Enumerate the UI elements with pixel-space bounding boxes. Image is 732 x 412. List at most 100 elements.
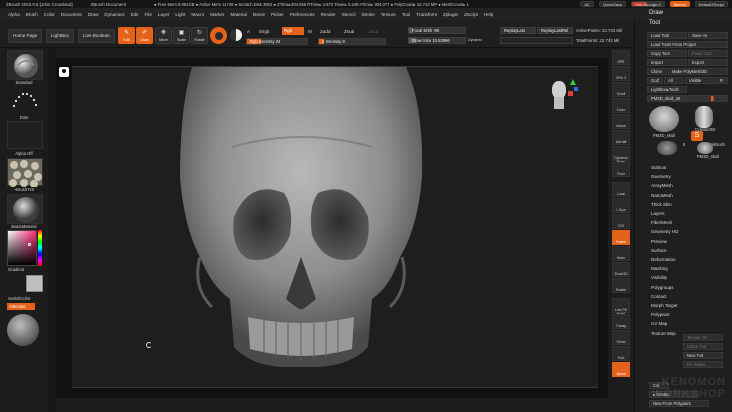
subpalette-layers[interactable]: Layers bbox=[649, 209, 729, 218]
brush-picker[interactable] bbox=[7, 50, 43, 80]
simple-brush-icon[interactable]: S bbox=[691, 131, 703, 141]
document-canvas[interactable] bbox=[72, 66, 598, 388]
subpalette-deformation[interactable]: Deformation bbox=[649, 255, 729, 264]
menu-color[interactable]: Color bbox=[44, 12, 55, 17]
texture-picker[interactable] bbox=[7, 158, 43, 188]
rotate-mode-button[interactable]: ↻ Rotate bbox=[191, 27, 208, 44]
menu-material[interactable]: Material bbox=[230, 12, 246, 17]
current-tool-slider[interactable]: PM3D_skull_48 bbox=[647, 95, 728, 102]
menu-marker[interactable]: Marker bbox=[210, 12, 224, 17]
subpalette-morph-target[interactable]: Morph Target bbox=[649, 301, 729, 310]
secondary-color-swatch[interactable] bbox=[26, 275, 43, 292]
visible-button[interactable]: Visible bbox=[685, 77, 715, 84]
rgb-toggle[interactable]: Rgb bbox=[282, 27, 304, 35]
menu-render[interactable]: Render bbox=[321, 12, 336, 17]
menu-zscript[interactable]: Zscript bbox=[464, 12, 478, 17]
scale-mode-button[interactable]: ▣ Scale bbox=[173, 27, 190, 44]
menu-edit[interactable]: Edit bbox=[131, 12, 139, 17]
view-bpr-button[interactable]: BPR bbox=[612, 50, 630, 65]
menu-zplugin[interactable]: Zplugin bbox=[443, 12, 458, 17]
view-frame-button[interactable]: Frame bbox=[612, 230, 630, 245]
see-through-slider[interactable]: See-through 0 bbox=[631, 1, 665, 7]
view-spix-3-button[interactable]: SPix 3 bbox=[612, 66, 630, 81]
menus-toggle[interactable]: Menus bbox=[669, 1, 690, 7]
view-xpose-button[interactable]: Xpose bbox=[612, 362, 630, 377]
make-polymesh3d-button[interactable]: Make PolyMesh3D bbox=[668, 68, 728, 75]
stroke-picker[interactable] bbox=[7, 86, 43, 116]
paste-tool-button[interactable]: Paste Tool bbox=[688, 50, 728, 57]
edit-mode-button[interactable]: ✎ Edit bbox=[118, 27, 135, 44]
a-toggle[interactable]: A bbox=[247, 29, 250, 34]
menu-macro[interactable]: Macro bbox=[191, 12, 204, 17]
subpalette-polygroups[interactable]: Polygroups bbox=[649, 283, 729, 292]
subpalette-subtool[interactable]: Subtool bbox=[649, 163, 729, 172]
skull-tool-thumbnail-2[interactable] bbox=[697, 142, 713, 154]
skull-tool-thumbnail[interactable] bbox=[649, 106, 679, 132]
copy-tool-button[interactable]: Copy Tool bbox=[647, 50, 687, 57]
menu-preferences[interactable]: Preferences bbox=[290, 12, 315, 17]
view-zoom-button[interactable]: Zoom bbox=[612, 98, 630, 113]
navigation-head-gizmo[interactable] bbox=[544, 77, 578, 117]
subpalette-geometry-hd[interactable]: Geometry HD bbox=[649, 227, 729, 236]
view-ghost-button[interactable]: Ghost bbox=[612, 330, 630, 345]
skull-model[interactable] bbox=[72, 67, 598, 389]
menu-help[interactable]: Help bbox=[484, 12, 493, 17]
dynamic-toggle[interactable]: Dynamic bbox=[468, 38, 482, 42]
subpalette-surface[interactable]: Surface bbox=[649, 246, 729, 255]
material-sphere-toggle[interactable] bbox=[210, 27, 227, 44]
view-scroll-button[interactable]: Scroll bbox=[612, 82, 630, 97]
view-floor-button[interactable]: Floor bbox=[612, 162, 630, 177]
subpalette-uv-map[interactable]: UV Map bbox=[649, 319, 729, 328]
replay-last-rel-button[interactable]: ReplayLastRel bbox=[537, 27, 573, 34]
subpalette-thick-skin[interactable]: Thick Skin bbox=[649, 200, 729, 209]
menu-brush[interactable]: Brush bbox=[26, 12, 38, 17]
menu-dynamics[interactable]: Dynamics bbox=[104, 12, 124, 17]
view-transp-button[interactable]: Transp bbox=[612, 314, 630, 329]
canvas-corner-button[interactable] bbox=[59, 67, 69, 77]
clone-button[interactable]: Clone bbox=[647, 68, 667, 75]
texture-on-button[interactable]: Texture On bbox=[683, 334, 723, 341]
view-local-button[interactable]: Local bbox=[612, 182, 630, 197]
subpalette-nanomesh[interactable]: NanoMesh bbox=[649, 191, 729, 200]
color-picker[interactable] bbox=[7, 230, 37, 266]
subpalette-visibility[interactable]: Visibility bbox=[649, 273, 729, 282]
polymesh-tool-thumbnail[interactable] bbox=[657, 141, 677, 155]
view-actual-button[interactable]: Actual bbox=[612, 114, 630, 129]
load-tool-button[interactable]: Load Tool bbox=[647, 32, 687, 39]
zcut-toggle[interactable]: Zcut bbox=[369, 29, 378, 34]
subpalette-fibermesh[interactable]: FiberMesh bbox=[649, 218, 729, 227]
menu-layer[interactable]: Layer bbox=[158, 12, 170, 17]
menu-transform[interactable]: Transform bbox=[416, 12, 437, 17]
view-line-fill-polyf-button[interactable]: Line Fill PolyF bbox=[612, 298, 630, 316]
subpalette-contact[interactable]: Contact bbox=[649, 292, 729, 301]
quicksave-button[interactable]: QuickSave bbox=[598, 1, 627, 7]
mrgb-toggle[interactable]: Mrgb bbox=[259, 29, 269, 34]
menu-stroke[interactable]: Stroke bbox=[361, 12, 374, 17]
view-aahalf-button[interactable]: AAHalf bbox=[612, 130, 630, 145]
rgb-intensity-slider[interactable]: Rgb Intensity 24 bbox=[246, 38, 308, 45]
view-dynamic-persp-button[interactable]: Dynamic Persp bbox=[612, 146, 630, 164]
menu-document[interactable]: Document bbox=[61, 12, 82, 17]
ac-toggle[interactable]: AC bbox=[580, 1, 594, 7]
zsub-toggle[interactable]: Zsub bbox=[344, 29, 354, 34]
alternate-button[interactable]: Alternate bbox=[7, 303, 35, 310]
new-txtr-button[interactable]: New Txtr bbox=[683, 352, 723, 359]
zadd-toggle[interactable]: Zadd bbox=[320, 29, 330, 34]
view-zoom3d-button[interactable]: Zoom3D bbox=[612, 262, 630, 277]
subpalette-preview[interactable]: Preview bbox=[649, 237, 729, 246]
load-tools-from-project-button[interactable]: Load Tools From Project bbox=[647, 41, 728, 48]
menu-picker[interactable]: Picker bbox=[271, 12, 284, 17]
view-l-sym-button[interactable]: L.Sym bbox=[612, 198, 630, 213]
r-button[interactable]: R bbox=[716, 77, 728, 84]
save-as-button[interactable]: Save As bbox=[688, 32, 728, 39]
menu-file[interactable]: File bbox=[145, 12, 152, 17]
draw-size-slider[interactable]: Draw Size 10.53596 bbox=[408, 37, 466, 44]
all-button[interactable]: All bbox=[664, 77, 684, 84]
material-picker[interactable] bbox=[7, 194, 43, 224]
export-button[interactable]: Export bbox=[688, 59, 728, 66]
tool-palette-title[interactable]: Tool bbox=[649, 20, 660, 26]
replay-last-button[interactable]: ReplayLast bbox=[500, 27, 536, 34]
focal-shift-slider[interactable]: Focal Shift -89 bbox=[408, 27, 466, 34]
subpalette-masking[interactable]: Masking bbox=[649, 264, 729, 273]
live-boolean-button[interactable]: Live Boolean bbox=[78, 29, 115, 43]
